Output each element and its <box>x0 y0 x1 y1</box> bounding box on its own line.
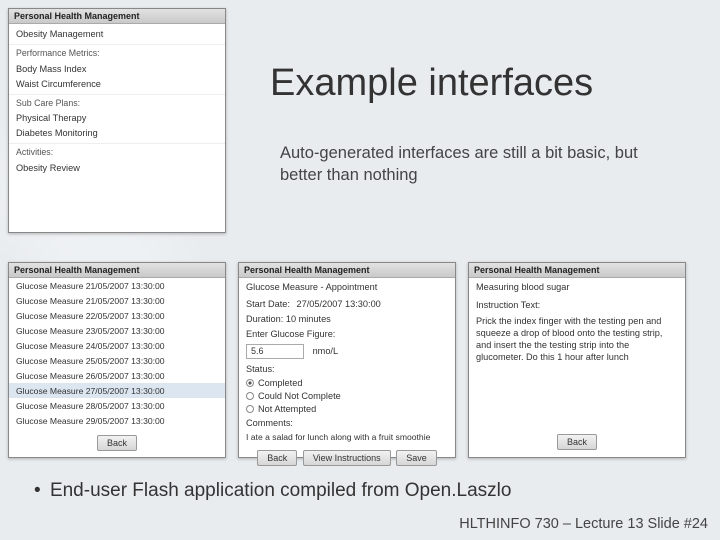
panel-overview: Personal Health Management Obesity Manag… <box>8 8 226 233</box>
activities-label: Activities: <box>9 144 225 160</box>
start-date-row: Start Date: 27/05/2007 13:30:00 <box>239 296 455 311</box>
instruction-label: Instruction Text: <box>469 295 685 313</box>
comments-text[interactable]: I ate a salad for lunch along with a fru… <box>239 430 455 445</box>
back-button[interactable]: Back <box>557 434 597 450</box>
slide-bullet: End-user Flash application compiled from… <box>34 480 511 502</box>
glucose-unit: nmo/L <box>313 346 339 356</box>
appointment-heading: Glucose Measure - Appointment <box>239 278 455 296</box>
start-date-value: 27/05/2007 13:30:00 <box>296 299 380 309</box>
status-option[interactable]: Completed <box>239 376 455 389</box>
window-title: Personal Health Management <box>9 9 225 24</box>
back-button[interactable]: Back <box>257 450 297 466</box>
list-item[interactable]: Glucose Measure 24/05/2007 13:30:00 <box>9 338 225 353</box>
duration-row: Duration: 10 minutes <box>239 311 455 326</box>
radio-icon[interactable] <box>246 405 254 413</box>
back-button[interactable]: Back <box>97 435 137 451</box>
list-item[interactable]: Glucose Measure 21/05/2007 13:30:00 <box>9 293 225 308</box>
comments-label: Comments: <box>239 415 455 430</box>
slide-footer: HLTHINFO 730 – Lecture 13 Slide #24 <box>0 516 708 532</box>
list-item[interactable]: Glucose Measure 21/05/2007 13:30:00 <box>9 278 225 293</box>
panel-instructions: Personal Health Management Measuring blo… <box>468 262 686 458</box>
history-list: Glucose Measure 21/05/2007 13:30:00Gluco… <box>9 278 225 428</box>
list-item[interactable]: Glucose Measure 27/05/2007 13:30:00 <box>9 383 225 398</box>
metrics-label: Performance Metrics: <box>9 45 225 61</box>
list-item[interactable]: Glucose Measure 29/05/2007 13:30:00 <box>9 413 225 428</box>
status-option[interactable]: Could Not Complete <box>239 389 455 402</box>
panel-history: Personal Health Management Glucose Measu… <box>8 262 226 458</box>
slide-subtitle: Auto-generated interfaces are still a bi… <box>280 142 660 187</box>
enter-label: Enter Glucose Figure: <box>239 326 455 341</box>
status-option[interactable]: Not Attempted <box>239 402 455 415</box>
list-item[interactable]: Body Mass Index <box>9 61 225 76</box>
window-title: Personal Health Management <box>9 263 225 278</box>
window-title: Personal Health Management <box>469 263 685 278</box>
panel-appointment: Personal Health Management Glucose Measu… <box>238 262 456 458</box>
list-item[interactable]: Waist Circumference <box>9 76 225 95</box>
list-item[interactable]: Physical Therapy <box>9 111 225 126</box>
list-item[interactable]: Glucose Measure 26/05/2007 13:30:00 <box>9 368 225 383</box>
list-item[interactable]: Obesity Review <box>9 160 225 175</box>
instruction-text: Prick the index finger with the testing … <box>469 312 685 366</box>
window-title: Personal Health Management <box>239 263 455 278</box>
status-group: CompletedCould Not CompleteNot Attempted <box>239 376 455 415</box>
start-date-label: Start Date: <box>246 299 290 309</box>
list-item[interactable]: Glucose Measure 25/05/2007 13:30:00 <box>9 353 225 368</box>
status-label: Status: <box>239 361 455 376</box>
condition-row[interactable]: Obesity Management <box>9 24 225 45</box>
list-item[interactable]: Glucose Measure 28/05/2007 13:30:00 <box>9 398 225 413</box>
list-item[interactable]: Glucose Measure 22/05/2007 13:30:00 <box>9 308 225 323</box>
list-item[interactable]: Glucose Measure 23/05/2007 13:30:00 <box>9 323 225 338</box>
view-instructions-button[interactable]: View Instructions <box>303 450 391 466</box>
glucose-input-row: 5.6 nmo/L <box>239 341 455 361</box>
glucose-input[interactable]: 5.6 <box>246 344 304 359</box>
radio-icon[interactable] <box>246 379 254 387</box>
save-button[interactable]: Save <box>396 450 437 466</box>
list-item[interactable]: Diabetes Monitoring <box>9 126 225 145</box>
plans-label: Sub Care Plans: <box>9 95 225 111</box>
slide-title: Example interfaces <box>270 62 593 105</box>
instruction-heading: Measuring blood sugar <box>469 278 685 295</box>
radio-icon[interactable] <box>246 392 254 400</box>
